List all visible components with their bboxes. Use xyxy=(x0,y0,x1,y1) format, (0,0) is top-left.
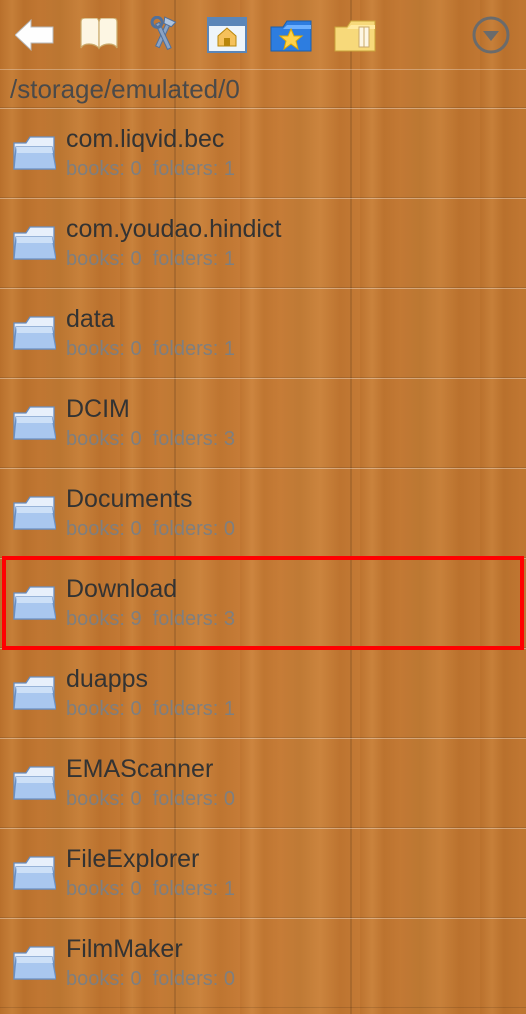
folder-text: duapps books: 0 folders: 1 xyxy=(66,665,235,721)
folder-name: com.youdao.hindict xyxy=(66,215,281,244)
menu-button[interactable] xyxy=(466,10,516,60)
folder-text: FilmMaker books: 0 folders: 0 xyxy=(66,935,235,991)
folder-text: FileExplorer books: 0 folders: 1 xyxy=(66,845,235,901)
tools-button[interactable] xyxy=(138,10,188,60)
folder-text: Documents books: 0 folders: 0 xyxy=(66,485,235,541)
folder-icon xyxy=(12,313,56,353)
folder-icon xyxy=(12,673,56,713)
folder-meta: books: 0 folders: 1 xyxy=(66,698,235,721)
favorites-button[interactable] xyxy=(266,10,316,60)
folder-text: com.youdao.hindict books: 0 folders: 1 xyxy=(66,215,281,271)
folder-row[interactable]: FileExplorer books: 0 folders: 1 xyxy=(0,828,526,918)
path-bar[interactable]: /storage/emulated/0 xyxy=(0,70,526,108)
folder-icon xyxy=(12,583,56,623)
folder-row[interactable]: EMAScanner books: 0 folders: 0 xyxy=(0,738,526,828)
folder-row[interactable]: FilmMaker books: 0 folders: 0 xyxy=(0,918,526,1008)
folder-name: Documents xyxy=(66,485,235,514)
bookmarked-folder-button[interactable] xyxy=(330,10,380,60)
home-button[interactable] xyxy=(202,10,252,60)
folder-text: data books: 0 folders: 1 xyxy=(66,305,235,361)
folder-row[interactable]: duapps books: 0 folders: 1 xyxy=(0,648,526,738)
folder-meta: books: 0 folders: 0 xyxy=(66,518,235,541)
folder-name: data xyxy=(66,305,235,334)
folder-row[interactable]: com.liqvid.bec books: 0 folders: 1 xyxy=(0,108,526,198)
folder-icon xyxy=(12,223,56,263)
back-button[interactable] xyxy=(10,10,60,60)
folder-text: Download books: 9 folders: 3 xyxy=(66,575,235,631)
toolbar xyxy=(0,0,526,70)
folder-row[interactable]: com.youdao.hindict books: 0 folders: 1 xyxy=(0,198,526,288)
folder-meta: books: 0 folders: 1 xyxy=(66,248,281,271)
folder-text: com.liqvid.bec books: 0 folders: 1 xyxy=(66,125,235,181)
folder-row[interactable]: Documents books: 0 folders: 0 xyxy=(0,468,526,558)
folder-name: DCIM xyxy=(66,395,235,424)
folder-icon xyxy=(12,763,56,803)
folder-list: com.liqvid.becbooks: 0 folders: 1com.you… xyxy=(0,108,526,1008)
folder-meta: books: 0 folders: 1 xyxy=(66,338,235,361)
folder-row[interactable]: DCIM books: 0 folders: 3 xyxy=(0,378,526,468)
folder-meta: books: 0 folders: 3 xyxy=(66,428,235,451)
folder-name: com.liqvid.bec xyxy=(66,125,235,154)
folder-meta: books: 0 folders: 1 xyxy=(66,878,235,901)
folder-icon xyxy=(12,133,56,173)
folder-row[interactable]: Download books: 9 folders: 3 xyxy=(0,558,526,648)
folder-meta: books: 0 folders: 1 xyxy=(66,158,235,181)
folder-icon xyxy=(12,493,56,533)
folder-icon xyxy=(12,403,56,443)
folder-name: EMAScanner xyxy=(66,755,235,784)
folder-name: Download xyxy=(66,575,235,604)
folder-icon xyxy=(12,853,56,893)
folder-meta: books: 0 folders: 0 xyxy=(66,968,235,991)
folder-name: FilmMaker xyxy=(66,935,235,964)
folder-icon xyxy=(12,943,56,983)
folder-meta: books: 0 folders: 0 xyxy=(66,788,235,811)
folder-name: duapps xyxy=(66,665,235,694)
folder-text: DCIM books: 0 folders: 3 xyxy=(66,395,235,451)
folder-row[interactable]: data books: 0 folders: 1 xyxy=(0,288,526,378)
library-button[interactable] xyxy=(74,10,124,60)
folder-text: EMAScanner books: 0 folders: 0 xyxy=(66,755,235,811)
folder-name: FileExplorer xyxy=(66,845,235,874)
folder-meta: books: 9 folders: 3 xyxy=(66,608,235,631)
